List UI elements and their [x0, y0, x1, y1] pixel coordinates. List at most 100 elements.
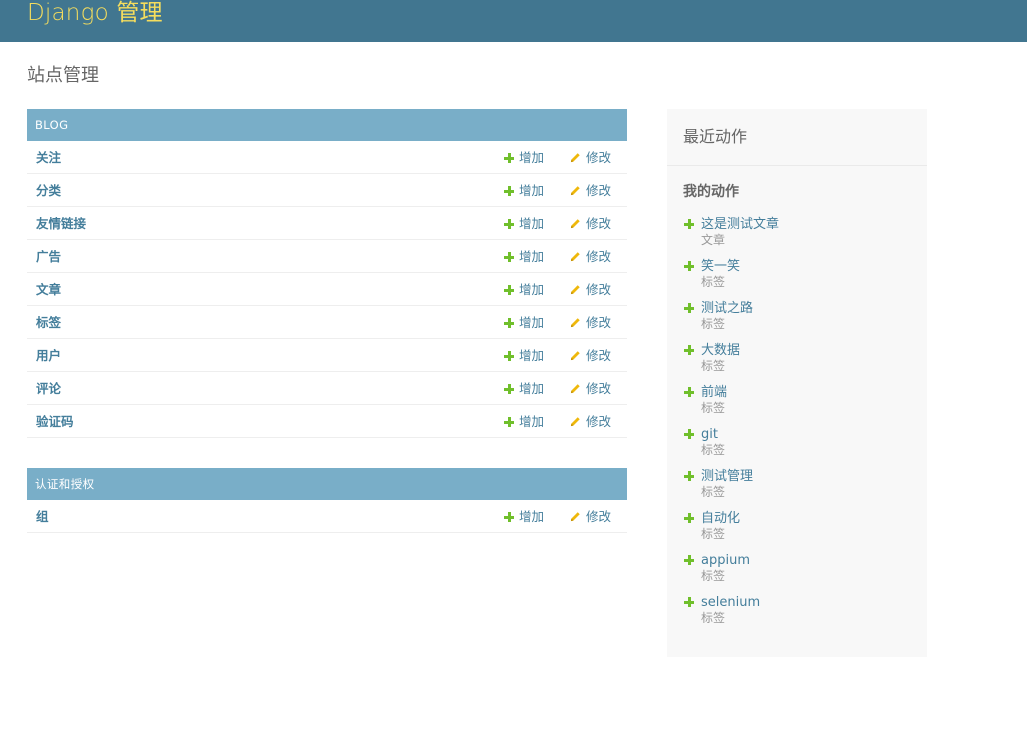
site-branding[interactable]: Django 管理 — [27, 0, 163, 28]
change-label: 修改 — [586, 183, 612, 198]
model-link[interactable]: 用户 — [36, 339, 61, 372]
add-label: 增加 — [519, 414, 545, 429]
app-module-blog: BLOG 关注 增加 修改 分类 增加 修改 友情链接 增加 修改 广告 增加 … — [27, 109, 627, 438]
plus-icon — [504, 351, 514, 361]
action-content-type: 标签 — [701, 275, 726, 289]
model-row: 验证码 增加 修改 — [27, 405, 627, 438]
recent-action-item: 自动化 标签 — [683, 510, 913, 550]
model-link[interactable]: 验证码 — [36, 405, 74, 438]
add-link[interactable]: 增加 — [504, 174, 544, 207]
recent-action-item: 测试管理 标签 — [683, 468, 913, 508]
add-link[interactable]: 增加 — [504, 372, 544, 405]
plus-icon — [504, 384, 514, 394]
change-link[interactable]: 修改 — [570, 207, 611, 240]
plus-icon — [684, 261, 694, 271]
add-label: 增加 — [519, 348, 545, 363]
change-label: 修改 — [586, 381, 612, 396]
model-link[interactable]: 关注 — [36, 141, 61, 174]
model-row: 用户 增加 修改 — [27, 339, 627, 372]
module-caption[interactable]: 认证和授权 — [27, 468, 627, 500]
add-link[interactable]: 增加 — [504, 339, 544, 372]
add-label: 增加 — [519, 249, 545, 264]
plus-icon — [684, 219, 694, 229]
recent-action-item: selenium 标签 — [683, 594, 913, 634]
change-link[interactable]: 修改 — [570, 240, 611, 273]
header: Django 管理 — [0, 0, 1027, 42]
recent-action-item: git 标签 — [683, 426, 913, 466]
add-label: 增加 — [519, 183, 545, 198]
add-link[interactable]: 增加 — [504, 273, 544, 306]
pencil-icon — [570, 186, 580, 196]
add-link[interactable]: 增加 — [504, 141, 544, 174]
change-link[interactable]: 修改 — [570, 306, 611, 339]
page-title: 站点管理 — [27, 65, 99, 86]
recent-action-item: 前端 标签 — [683, 384, 913, 424]
recent-action-item: 笑一笑 标签 — [683, 258, 913, 298]
plus-icon — [684, 513, 694, 523]
plus-icon — [504, 512, 514, 522]
change-link[interactable]: 修改 — [570, 372, 611, 405]
add-link[interactable]: 增加 — [504, 306, 544, 339]
add-link[interactable]: 增加 — [504, 500, 544, 533]
plus-icon — [684, 555, 694, 565]
plus-icon — [504, 153, 514, 163]
add-label: 增加 — [519, 150, 545, 165]
plus-icon — [684, 387, 694, 397]
pencil-icon — [570, 384, 580, 394]
change-link[interactable]: 修改 — [570, 174, 611, 207]
recent-action-item: appium 标签 — [683, 552, 913, 592]
my-actions-title: 我的动作 — [683, 184, 739, 200]
pencil-icon — [570, 512, 580, 522]
change-link[interactable]: 修改 — [570, 339, 611, 372]
pencil-icon — [570, 252, 580, 262]
action-content-type: 文章 — [701, 233, 726, 247]
model-link[interactable]: 标签 — [36, 306, 61, 339]
add-link[interactable]: 增加 — [504, 405, 544, 438]
change-link[interactable]: 修改 — [570, 141, 611, 174]
module-caption[interactable]: BLOG — [27, 109, 627, 141]
model-row: 评论 增加 修改 — [27, 372, 627, 405]
plus-icon — [504, 318, 514, 328]
add-link[interactable]: 增加 — [504, 240, 544, 273]
model-row: 广告 增加 修改 — [27, 240, 627, 273]
change-link[interactable]: 修改 — [570, 405, 611, 438]
action-content-type: 标签 — [701, 359, 726, 373]
recent-action-item: 这是测试文章 文章 — [683, 216, 913, 256]
pencil-icon — [570, 318, 580, 328]
action-content-type: 标签 — [701, 569, 726, 583]
plus-icon — [684, 597, 694, 607]
plus-icon — [504, 285, 514, 295]
add-label: 增加 — [519, 282, 545, 297]
plus-icon — [504, 417, 514, 427]
action-content-type: 标签 — [701, 527, 726, 541]
add-label: 增加 — [519, 315, 545, 330]
pencil-icon — [570, 417, 580, 427]
plus-icon — [684, 471, 694, 481]
model-row: 友情链接 增加 修改 — [27, 207, 627, 240]
change-label: 修改 — [586, 282, 612, 297]
action-content-type: 标签 — [701, 443, 726, 457]
recent-actions-title: 最近动作 — [683, 127, 748, 146]
plus-icon — [504, 252, 514, 262]
divider — [667, 165, 927, 166]
model-row: 标签 增加 修改 — [27, 306, 627, 339]
add-link[interactable]: 增加 — [504, 207, 544, 240]
model-link[interactable]: 分类 — [36, 174, 61, 207]
model-link[interactable]: 广告 — [36, 240, 61, 273]
model-link[interactable]: 文章 — [36, 273, 61, 306]
model-link[interactable]: 组 — [36, 500, 49, 533]
action-content-type: 标签 — [701, 401, 726, 415]
model-row: 关注 增加 修改 — [27, 141, 627, 174]
model-link[interactable]: 友情链接 — [36, 207, 86, 240]
change-link[interactable]: 修改 — [570, 500, 611, 533]
model-row: 文章 增加 修改 — [27, 273, 627, 306]
add-label: 增加 — [519, 381, 545, 396]
plus-icon — [684, 303, 694, 313]
model-link[interactable]: 评论 — [36, 372, 61, 405]
change-link[interactable]: 修改 — [570, 273, 611, 306]
recent-action-item: 测试之路 标签 — [683, 300, 913, 340]
plus-icon — [504, 219, 514, 229]
add-label: 增加 — [519, 216, 545, 231]
action-content-type: 标签 — [701, 611, 726, 625]
change-label: 修改 — [586, 249, 612, 264]
